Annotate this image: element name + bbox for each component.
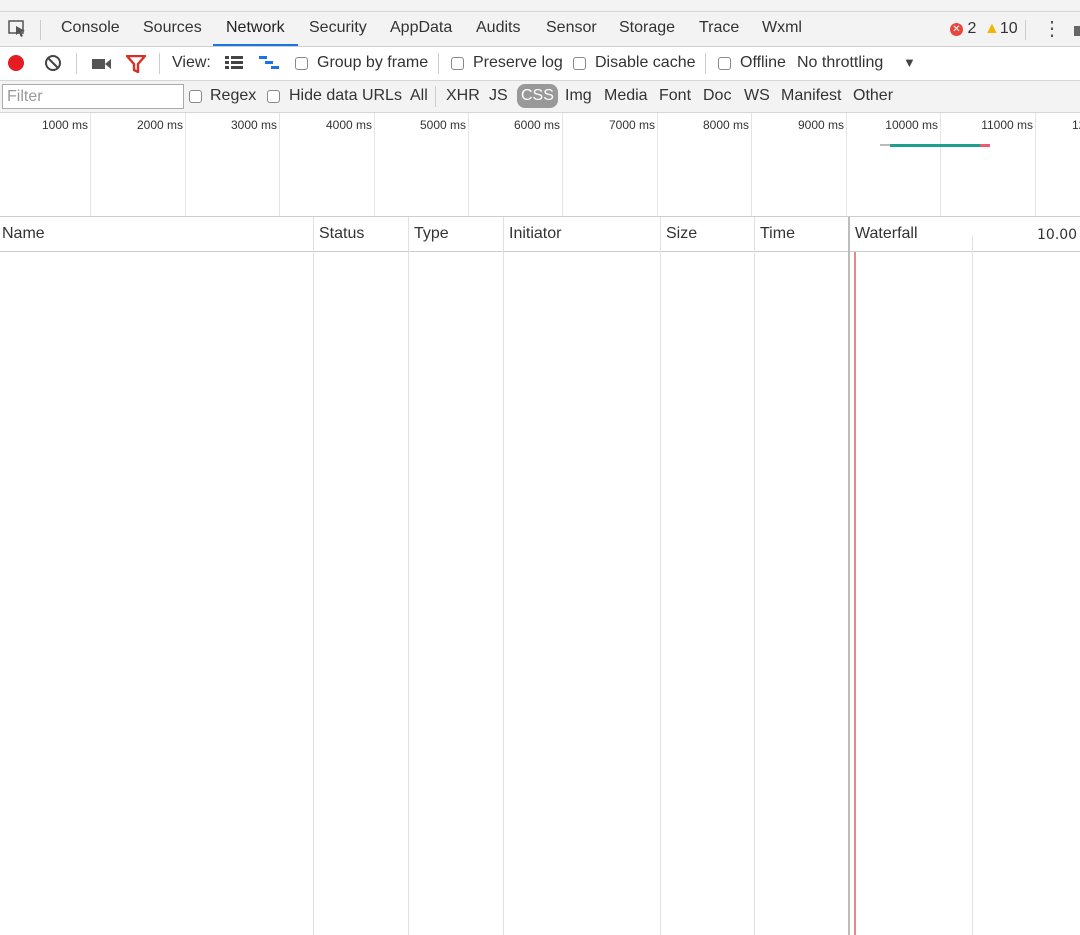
filter-type-media[interactable]: Media (604, 87, 648, 105)
screenshot-camera-icon[interactable] (92, 57, 112, 76)
offline-label: Offline (740, 54, 786, 71)
timeline-tick: 7000 ms (608, 118, 655, 132)
group-by-frame-checkbox[interactable] (295, 57, 308, 70)
tab-storage[interactable]: Storage (619, 12, 675, 46)
timeline-tick: 6000 ms (513, 118, 560, 132)
overview-request-bar (880, 144, 890, 146)
throttling-select[interactable]: No throttling (797, 54, 883, 72)
window-top-strip (0, 0, 1080, 12)
hide-data-urls-label: Hide data URLs (289, 87, 402, 104)
filter-type-manifest[interactable]: Manifest (781, 87, 841, 105)
column-header-name[interactable]: Name (2, 225, 45, 243)
group-by-frame-label: Group by frame (317, 54, 429, 71)
filter-type-other[interactable]: Other (853, 87, 893, 105)
filter-type-ws[interactable]: WS (744, 87, 770, 105)
timeline-tick: 10000 ms (885, 118, 938, 132)
column-header-size[interactable]: Size (666, 225, 697, 243)
overview-request-bar (980, 144, 990, 147)
filter-type-css[interactable]: CSS (517, 84, 558, 108)
filter-type-xhr[interactable]: XHR (446, 87, 480, 105)
disable-cache-label: Disable cache (595, 54, 696, 71)
offline-checkbox[interactable] (718, 57, 731, 70)
filter-type-img[interactable]: Img (565, 87, 592, 105)
column-header-status[interactable]: Status (319, 225, 364, 243)
filter-input[interactable] (2, 84, 184, 109)
timeline-overview[interactable]: 1000 ms 2000 ms 3000 ms 4000 ms 5000 ms … (0, 113, 1080, 217)
error-icon: ✕ (950, 23, 963, 36)
column-divider[interactable] (503, 217, 504, 935)
column-header-waterfall[interactable]: Waterfall (855, 225, 918, 243)
error-counter[interactable]: ✕ 2 (950, 20, 976, 38)
timeline-tick: 1000 ms (41, 118, 88, 132)
waterfall-gridline (972, 236, 973, 935)
filter-type-all[interactable]: All (410, 87, 428, 105)
tab-audits[interactable]: Audits (476, 12, 520, 46)
tab-appdata[interactable]: AppData (390, 12, 452, 46)
column-header-time[interactable]: Time (760, 225, 795, 243)
tab-console[interactable]: Console (61, 12, 120, 46)
tab-sensor[interactable]: Sensor (546, 12, 597, 46)
requests-table-header: Name Status Type Initiator Size Time Wat… (0, 217, 1080, 252)
column-divider[interactable] (408, 217, 409, 935)
record-button[interactable] (8, 55, 24, 71)
error-count: 2 (967, 20, 977, 37)
regex-label: Regex (210, 87, 257, 104)
chevron-down-icon[interactable]: ▼ (903, 55, 916, 70)
clear-icon[interactable] (44, 54, 62, 77)
timeline-tick: 9000 ms (797, 118, 844, 132)
regex-checkbox[interactable] (189, 90, 202, 103)
overview-request-bar (890, 144, 980, 147)
timeline-tick: 3000 ms (230, 118, 277, 132)
view-label: View: (172, 54, 211, 71)
large-rows-icon[interactable] (225, 56, 243, 75)
column-divider[interactable] (754, 217, 755, 935)
tab-trace[interactable]: Trace (699, 12, 739, 46)
warning-count: 10 (999, 20, 1018, 37)
timeline-tick: 12 (1072, 118, 1080, 132)
timeline-tick: 11000 ms (981, 118, 1033, 132)
preserve-log-checkbox[interactable] (451, 57, 464, 70)
more-options-icon[interactable]: ⋮ (1042, 16, 1062, 41)
tab-security[interactable]: Security (309, 12, 367, 46)
warning-counter[interactable]: ▲10 (984, 20, 1018, 38)
timeline-tick: 5000 ms (419, 118, 466, 132)
tab-bar: Console Sources Network Security AppData… (0, 12, 1080, 47)
overview-waterfall-icon[interactable] (259, 56, 279, 75)
tab-sources[interactable]: Sources (143, 12, 202, 46)
preserve-log-label: Preserve log (473, 54, 563, 71)
column-divider[interactable] (313, 217, 314, 935)
waterfall-column-divider[interactable] (848, 217, 850, 935)
timeline-tick: 2000 ms (136, 118, 183, 132)
filter-type-font[interactable]: Font (659, 87, 691, 105)
network-toolbar: View: Group by frame Preserve log Disabl… (0, 47, 1080, 81)
tab-network[interactable]: Network (213, 12, 298, 46)
filter-type-doc[interactable]: Doc (703, 87, 731, 105)
column-header-initiator[interactable]: Initiator (509, 225, 561, 243)
column-header-type[interactable]: Type (414, 225, 449, 243)
disable-cache-checkbox[interactable] (573, 57, 586, 70)
filter-type-js[interactable]: JS (489, 87, 508, 105)
warning-icon: ▲ (984, 20, 1000, 37)
filter-funnel-icon[interactable] (125, 54, 147, 78)
inspect-element-icon[interactable] (8, 20, 28, 43)
waterfall-scale-label: 10.00 (1037, 227, 1078, 243)
load-event-line (854, 252, 856, 935)
tab-wxml[interactable]: Wxml (762, 12, 802, 46)
dock-icon[interactable] (1074, 26, 1080, 36)
column-divider[interactable] (660, 217, 661, 935)
timeline-tick: 4000 ms (325, 118, 372, 132)
filter-bar: Regex Hide data URLs All XHR JS CSS Img … (0, 81, 1080, 113)
hide-data-urls-checkbox[interactable] (267, 90, 280, 103)
timeline-tick: 8000 ms (702, 118, 749, 132)
